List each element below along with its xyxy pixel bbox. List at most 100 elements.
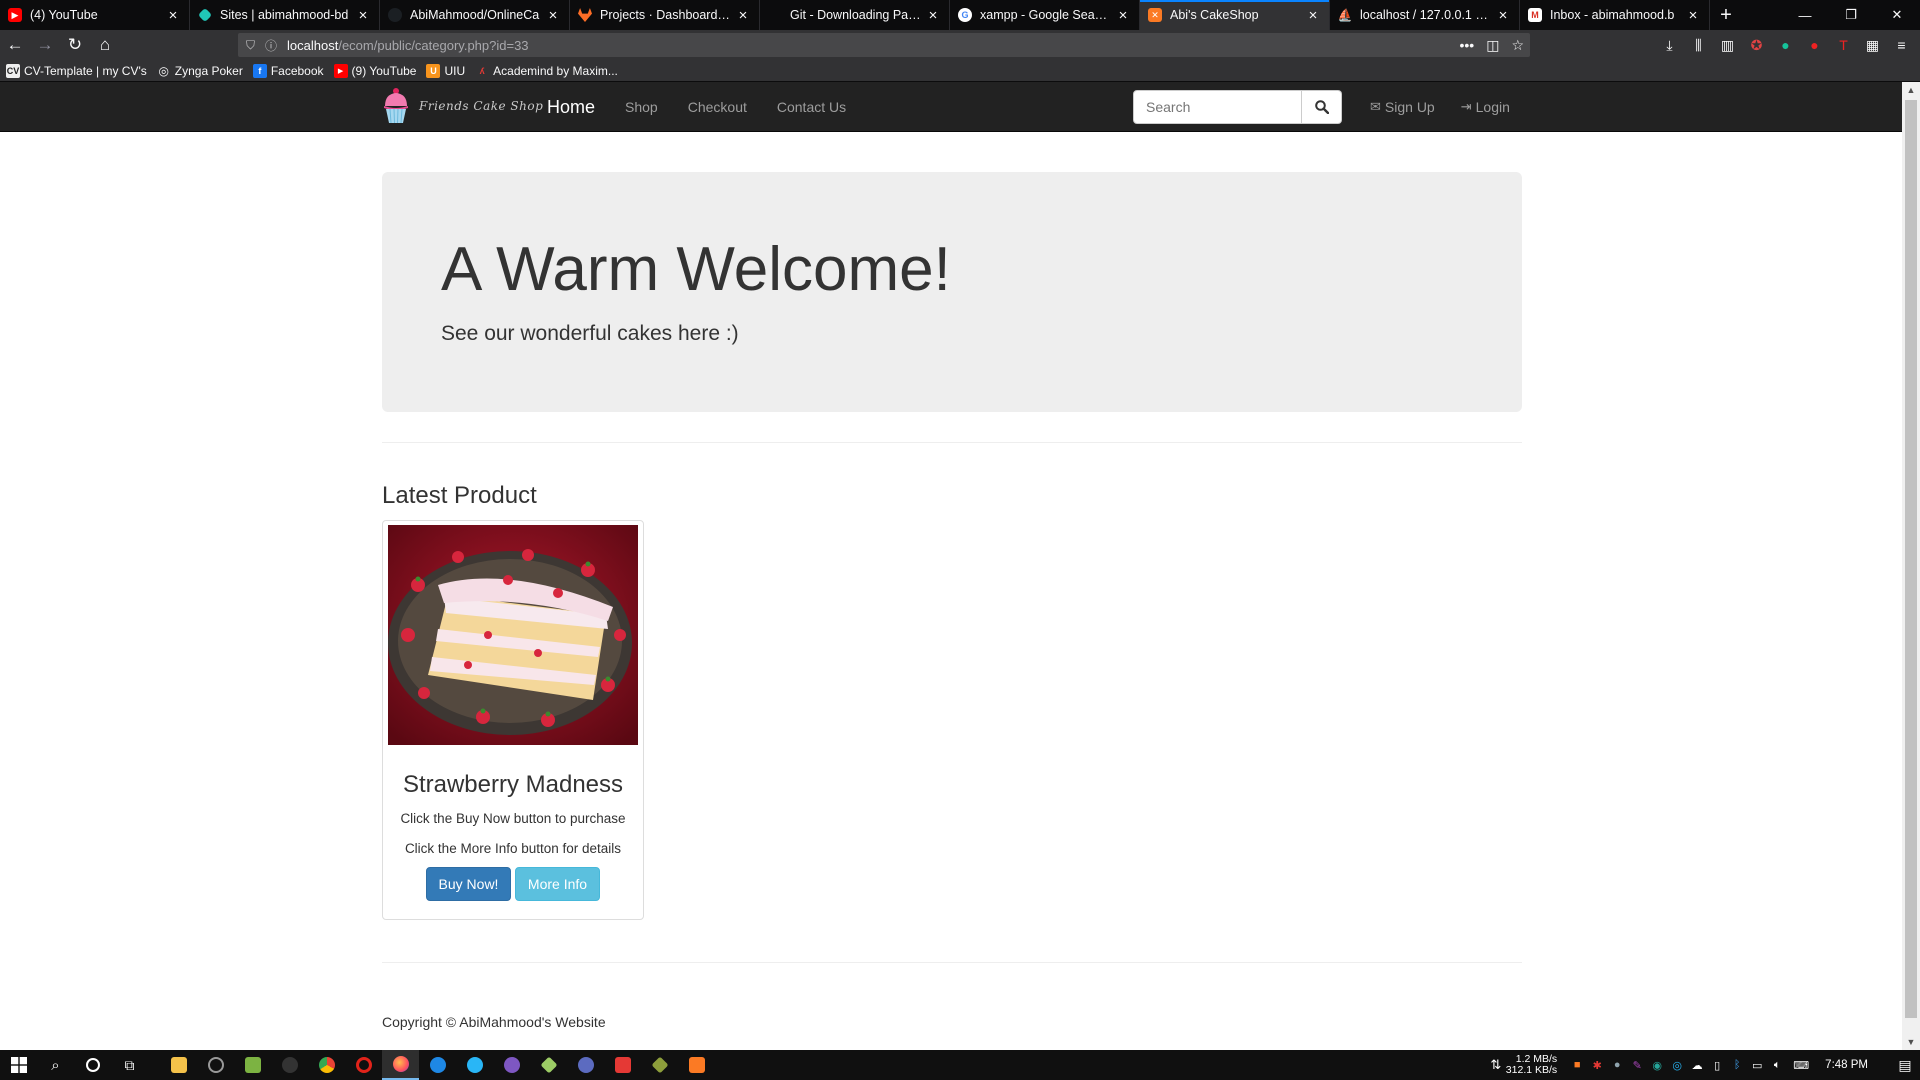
browser-tab[interactable]: Git - Downloading Packa × <box>760 0 950 30</box>
restore-icon[interactable]: ❐ <box>1828 0 1874 30</box>
search-button[interactable] <box>1302 90 1342 124</box>
app-icon[interactable] <box>530 1050 567 1080</box>
bookmark-item[interactable]: ʎ Academind by Maxim... <box>475 64 618 78</box>
clock[interactable]: 7:48 PM <box>1825 1059 1868 1071</box>
scroll-up-icon[interactable]: ▲ <box>1902 82 1920 98</box>
site-brand[interactable]: Friends Cake Shop <box>381 86 543 126</box>
app-icon[interactable] <box>493 1050 530 1080</box>
file-explorer-icon[interactable] <box>160 1050 197 1080</box>
search-input[interactable] <box>1133 90 1302 124</box>
firefox-icon[interactable] <box>382 1050 419 1080</box>
sidebar-icon[interactable]: ▥ <box>1713 37 1742 54</box>
reload-icon[interactable]: ↻ <box>60 30 90 60</box>
menu-icon[interactable]: ≡ <box>1887 37 1916 53</box>
signup-link[interactable]: ✉ Sign Up <box>1370 99 1435 115</box>
tray-app-icon[interactable]: ◎ <box>1667 1050 1687 1080</box>
extension-bars-icon[interactable]: ▦ <box>1858 37 1887 54</box>
app-icon[interactable] <box>641 1050 678 1080</box>
close-tab-icon[interactable]: × <box>925 7 941 24</box>
address-bar[interactable]: ⛉ ⓘ localhost/ecom/public/category.php?i… <box>238 33 1530 57</box>
nav-checkout-link[interactable]: Checkout <box>688 99 747 115</box>
login-link[interactable]: ⇥ Login <box>1461 99 1510 115</box>
app-icon[interactable] <box>419 1050 456 1080</box>
close-tab-icon[interactable]: × <box>1115 7 1131 24</box>
start-button[interactable] <box>0 1050 37 1080</box>
tracking-shield-icon[interactable]: ⛉ <box>246 38 255 53</box>
nav-home-link[interactable]: Home <box>547 97 595 118</box>
browser-tab[interactable]: G xampp - Google Search × <box>950 0 1140 30</box>
xampp-taskbar-icon[interactable] <box>678 1050 715 1080</box>
divider <box>382 442 1522 443</box>
notifications-icon[interactable]: ▤ <box>1890 1057 1920 1074</box>
page-actions-icon[interactable]: ••• <box>1459 37 1474 53</box>
bookmark-item[interactable]: ◎ Zynga Poker <box>157 64 243 78</box>
more-info-button[interactable]: More Info <box>515 867 600 901</box>
grammarly-icon[interactable]: ● <box>1771 37 1800 53</box>
xampp-tray-icon[interactable]: ■ <box>1567 1050 1587 1080</box>
close-tab-icon[interactable]: × <box>1305 7 1321 24</box>
product-caption-1: Click the Buy Now button to purchase <box>400 811 626 826</box>
browser-tab[interactable]: AbiMahmood/OnlineCa × <box>380 0 570 30</box>
close-tab-icon[interactable]: × <box>735 7 751 24</box>
browser-tab-active[interactable]: ✕ Abi's CakeShop × <box>1140 0 1330 30</box>
tray-app-icon[interactable]: ◉ <box>1647 1050 1667 1080</box>
tray-app-icon[interactable]: ✱ <box>1587 1050 1607 1080</box>
browser-tab[interactable]: M Inbox - abimahmood.b × <box>1520 0 1710 30</box>
search-taskbar-icon[interactable]: ⌕ <box>37 1050 74 1080</box>
close-tab-icon[interactable]: × <box>165 7 181 24</box>
opera-icon[interactable] <box>345 1050 382 1080</box>
onedrive-icon[interactable]: ☁ <box>1687 1050 1707 1080</box>
extension-t-icon[interactable]: T <box>1829 37 1858 53</box>
back-icon[interactable]: ← <box>0 30 30 60</box>
keyboard-icon[interactable]: ⌨ <box>1787 1050 1815 1080</box>
new-tab-button[interactable]: + <box>1710 0 1742 30</box>
browser-tab[interactable]: Sites | abimahmood-bd × <box>190 0 380 30</box>
acrobat-icon[interactable] <box>604 1050 641 1080</box>
bluetooth-icon[interactable]: ᛒ <box>1727 1050 1747 1080</box>
site-info-icon[interactable]: ⓘ <box>265 37 277 54</box>
close-window-icon[interactable]: ✕ <box>1874 0 1920 30</box>
close-tab-icon[interactable]: × <box>545 7 561 24</box>
buy-now-button[interactable]: Buy Now! <box>426 867 511 901</box>
nav-shop-link[interactable]: Shop <box>625 99 658 115</box>
scrollbar-thumb[interactable] <box>1905 100 1917 1018</box>
app-icon[interactable] <box>567 1050 604 1080</box>
bookmark-item[interactable]: U UIU <box>426 63 465 78</box>
close-tab-icon[interactable]: × <box>1495 7 1511 24</box>
browser-tab[interactable]: Projects · Dashboard · Gi × <box>570 0 760 30</box>
forward-icon[interactable]: → <box>30 30 60 60</box>
app-icon[interactable] <box>234 1050 271 1080</box>
extension-red-icon[interactable]: ● <box>1800 37 1829 53</box>
pocket-icon[interactable]: ◫ <box>1486 37 1499 54</box>
scroll-down-icon[interactable]: ▼ <box>1902 1034 1920 1050</box>
minimize-icon[interactable]: — <box>1782 0 1828 30</box>
home-icon[interactable]: ⌂ <box>90 30 120 60</box>
bookmark-star-icon[interactable]: ☆ <box>1511 37 1524 54</box>
tray-app-icon[interactable]: ✎ <box>1627 1050 1647 1080</box>
browser-tab[interactable]: ▶ (4) YouTube × <box>0 0 190 30</box>
network-icon[interactable]: ▭ <box>1747 1050 1767 1080</box>
usb-icon[interactable]: ▯ <box>1707 1050 1727 1080</box>
app-icon[interactable] <box>197 1050 234 1080</box>
bookmark-item[interactable]: ▶ (9) YouTube <box>333 63 416 78</box>
close-tab-icon[interactable]: × <box>1685 7 1701 24</box>
tray-app-icon[interactable]: ● <box>1607 1050 1627 1080</box>
close-tab-icon[interactable]: × <box>355 7 371 24</box>
page-scrollbar[interactable]: ▲ ▼ <box>1902 82 1920 1050</box>
app-icon[interactable] <box>456 1050 493 1080</box>
product-image[interactable] <box>388 525 638 745</box>
chrome-icon[interactable] <box>308 1050 345 1080</box>
volume-icon[interactable]: 🔈︎ <box>1767 1050 1787 1080</box>
downloads-icon[interactable]: ⤓ <box>1655 37 1684 54</box>
extension-icon[interactable]: ✪ <box>1742 37 1771 54</box>
app-icon[interactable] <box>271 1050 308 1080</box>
cortana-icon[interactable] <box>74 1050 111 1080</box>
library-icon[interactable]: ⫼ <box>1684 37 1713 54</box>
bookmark-item[interactable]: f Facebook <box>252 63 324 78</box>
tab-title: (4) YouTube <box>30 8 98 22</box>
bookmark-item[interactable]: CV CV-Template | my CV's <box>6 63 147 78</box>
nav-contact-link[interactable]: Contact Us <box>777 99 846 115</box>
browser-tab[interactable]: ⛵ localhost / 127.0.0.1 / ec × <box>1330 0 1520 30</box>
welcome-heading: A Warm Welcome! <box>441 235 951 304</box>
task-view-icon[interactable]: ⧉ <box>111 1050 148 1080</box>
